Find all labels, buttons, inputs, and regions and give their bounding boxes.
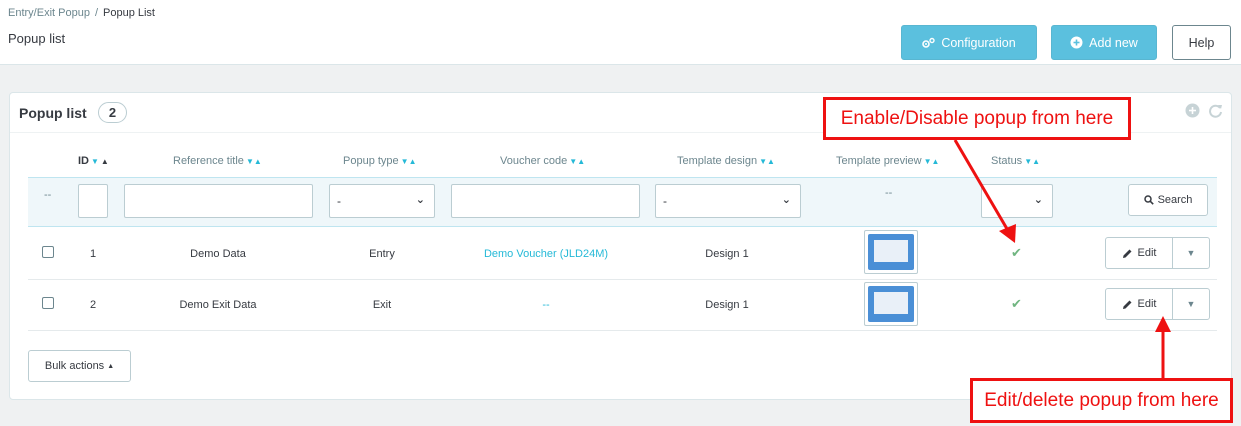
search-icon: [1143, 195, 1154, 205]
chevron-down-icon: ⌄: [1033, 194, 1043, 206]
filter-template-design-select[interactable]: - ⌄: [655, 184, 801, 218]
panel-title: Popup list: [19, 105, 87, 121]
column-header-label: Reference title: [173, 155, 244, 167]
bulk-actions-label: Bulk actions: [44, 360, 105, 372]
chevron-down-icon: ⌄: [415, 194, 425, 206]
row-popup-type: Exit: [372, 299, 392, 311]
row-actions-caret-down-icon[interactable]: ▼: [1172, 288, 1210, 320]
row-divider: [28, 279, 1217, 280]
breadcrumb: Entry/Exit Popup / Popup List: [8, 7, 155, 19]
pencil-icon: [1122, 300, 1132, 309]
column-header-voucher-code[interactable]: Voucher code ▼▲: [500, 155, 585, 167]
filter-voucher-code-input[interactable]: [451, 184, 640, 218]
row-popup-type: Entry: [369, 248, 395, 260]
page-title: Popup list: [8, 31, 66, 46]
column-header-label: Template design: [677, 155, 758, 167]
row-id: 1: [90, 248, 97, 260]
refresh-icon[interactable]: [1208, 103, 1223, 118]
help-button[interactable]: Help: [1172, 25, 1231, 60]
column-header-reference-title[interactable]: Reference title ▼▲: [173, 155, 262, 167]
page-header: Entry/Exit Popup / Popup List Popup list C…: [0, 0, 1241, 65]
breadcrumb-current: Popup List: [103, 7, 155, 19]
edit-label: Edit: [1137, 298, 1157, 310]
filter-popup-type-value: -: [337, 194, 341, 208]
search-button[interactable]: Search: [1128, 184, 1208, 216]
sort-desc-icon[interactable]: ▼▲: [924, 157, 940, 166]
sort-asc-icon[interactable]: ▲: [101, 157, 109, 166]
add-new-label: Add new: [1089, 35, 1138, 50]
status-enabled-check-icon[interactable]: ✔: [1011, 296, 1022, 312]
row-template-design: Design 1: [705, 299, 749, 311]
configuration-label: Configuration: [941, 35, 1016, 50]
add-new-button[interactable]: Add new: [1051, 25, 1157, 60]
column-header-label: Popup type: [343, 155, 399, 167]
column-header-label: Template preview: [836, 155, 922, 167]
bulk-actions-button[interactable]: Bulk actions ▲: [28, 350, 131, 382]
configuration-button[interactable]: Configuration: [901, 25, 1037, 60]
filter-template-design-value: -: [663, 194, 667, 208]
row-divider: [28, 330, 1217, 331]
edit-label: Edit: [1137, 247, 1157, 259]
row-checkbox[interactable]: [42, 246, 54, 258]
sort-desc-icon[interactable]: ▼▲: [759, 157, 775, 166]
count-badge: 2: [98, 102, 127, 123]
filter-popup-type-select[interactable]: - ⌄: [329, 184, 435, 218]
status-enabled-check-icon[interactable]: ✔: [1011, 245, 1022, 261]
column-header-label: ID: [78, 155, 89, 167]
row-voucher-code-link[interactable]: Demo Voucher (JLD24M): [484, 248, 608, 260]
filter-template-preview-placeholder: --: [885, 187, 893, 199]
sort-desc-icon[interactable]: ▼▲: [246, 157, 262, 166]
gears-icon: [922, 37, 936, 48]
row-template-design: Design 1: [705, 248, 749, 260]
filter-status-select[interactable]: ⌄: [981, 184, 1053, 218]
breadcrumb-separator: /: [94, 7, 98, 19]
column-header-popup-type[interactable]: Popup type ▼▲: [343, 155, 417, 167]
breadcrumb-parent[interactable]: Entry/Exit Popup: [8, 7, 90, 19]
filter-checkbox-placeholder: --: [44, 189, 52, 201]
plus-circle-icon: [1070, 36, 1083, 49]
sort-desc-icon[interactable]: ▼▲: [401, 157, 417, 166]
column-header-label: Voucher code: [500, 155, 568, 167]
row-id: 2: [90, 299, 97, 311]
edit-callout: Edit/delete popup from here: [970, 378, 1233, 423]
column-header-template-design[interactable]: Template design ▼▲: [677, 155, 775, 167]
chevron-down-icon: ⌄: [781, 194, 791, 206]
row-reference-title: Demo Exit Data: [179, 299, 257, 311]
sort-desc-icon[interactable]: ▼: [91, 157, 99, 166]
sort-desc-icon[interactable]: ▼▲: [569, 157, 585, 166]
panel-tools: [1185, 103, 1223, 118]
template-preview-thumbnail[interactable]: [864, 230, 918, 274]
column-header-label: Status: [991, 155, 1023, 167]
row-checkbox[interactable]: [42, 297, 54, 309]
row-reference-title: Demo Data: [190, 248, 246, 260]
sort-desc-icon[interactable]: ▼▲: [1024, 157, 1040, 166]
add-circle-icon[interactable]: [1185, 103, 1200, 118]
pencil-icon: [1122, 249, 1132, 258]
template-preview-thumbnail[interactable]: [864, 282, 918, 326]
column-header-template-preview[interactable]: Template preview ▼▲: [836, 155, 939, 167]
column-header-status[interactable]: Status ▼▲: [991, 155, 1040, 167]
edit-button[interactable]: Edit: [1105, 288, 1173, 320]
edit-button[interactable]: Edit: [1105, 237, 1173, 269]
column-header-id[interactable]: ID ▼ ▲: [78, 155, 109, 167]
status-callout: Enable/Disable popup from here: [823, 97, 1131, 140]
filter-id-input[interactable]: [78, 184, 108, 218]
caret-up-icon: ▲: [107, 362, 115, 370]
filter-reference-title-input[interactable]: [124, 184, 313, 218]
row-actions-caret-down-icon[interactable]: ▼: [1172, 237, 1210, 269]
search-label: Search: [1157, 194, 1193, 206]
row-voucher-code: --: [542, 299, 550, 311]
